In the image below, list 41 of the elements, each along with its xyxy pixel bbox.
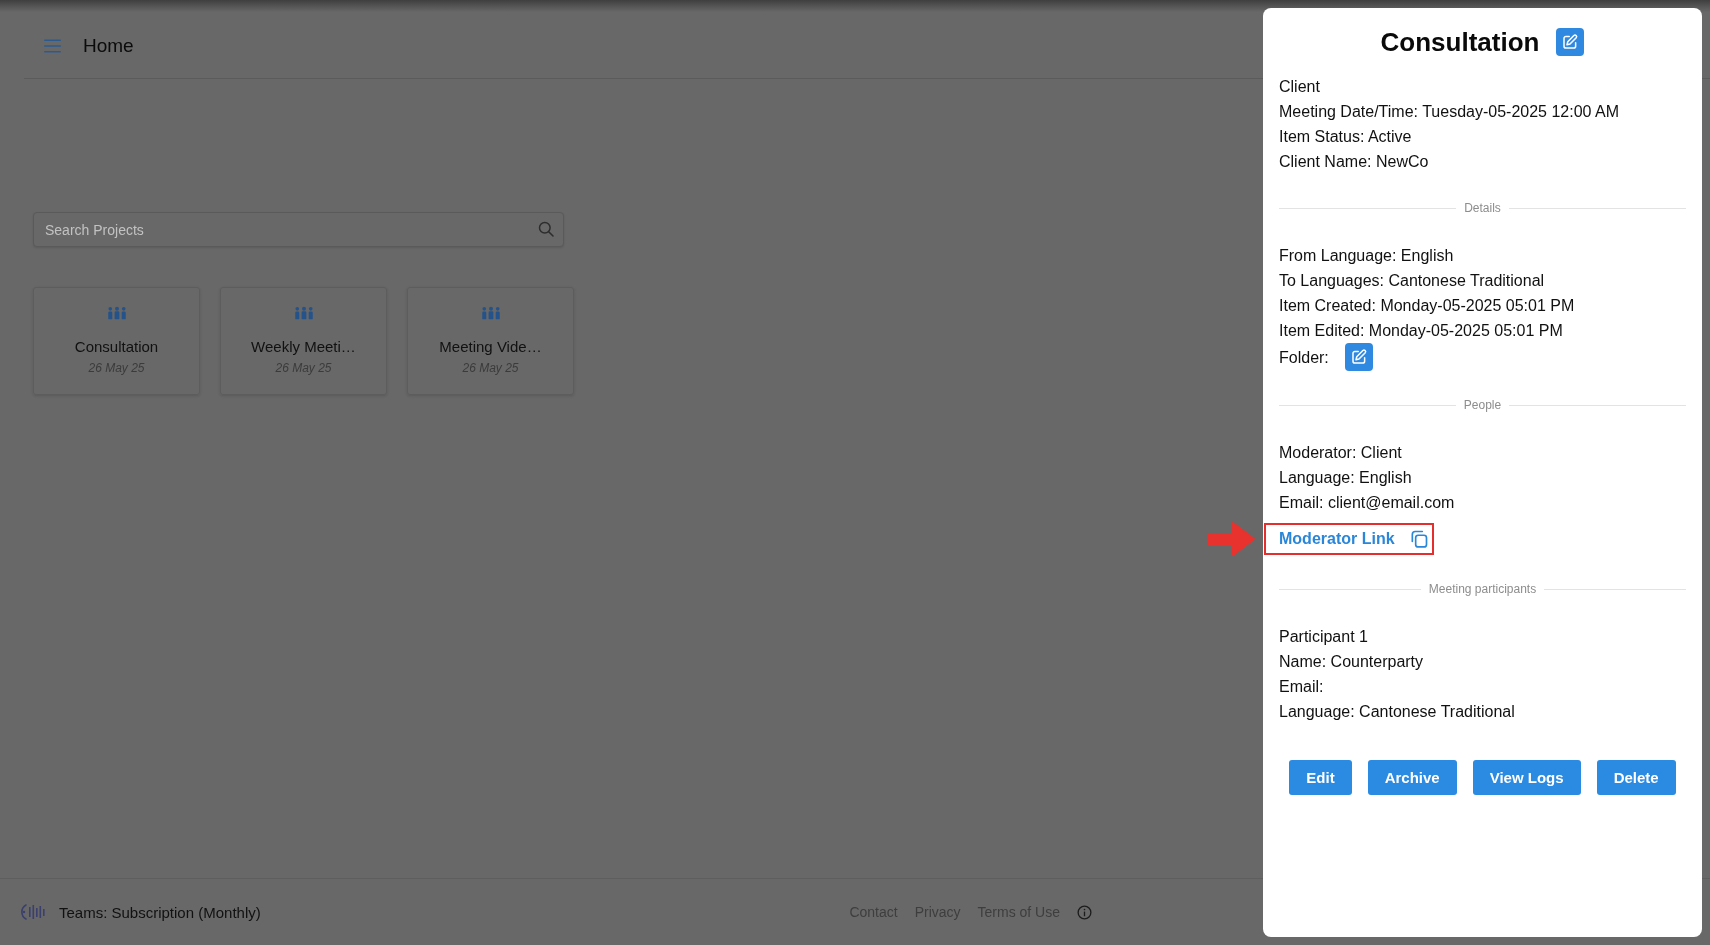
edit-icon — [1561, 33, 1580, 51]
action-button[interactable]: Delete — [1596, 760, 1676, 795]
detail-line: Email: — [1279, 677, 1325, 697]
section-heading: Meeting participants — [1428, 581, 1537, 597]
detail-line: Email: client@email.com — [1279, 493, 1456, 513]
detail-line: Client Name: NewCo — [1279, 152, 1430, 172]
search-icon[interactable] — [538, 221, 554, 237]
action-button[interactable]: View Logs — [1472, 760, 1581, 795]
section-heading: Details — [1464, 200, 1501, 216]
project-title: Consultation — [74, 338, 159, 356]
detail-label: Folder: — [1279, 347, 1329, 368]
edit-button[interactable] — [1344, 343, 1373, 371]
panel-title: Consultation — [1380, 26, 1540, 58]
project-title: Weekly Meeti… — [251, 338, 356, 356]
info-icon[interactable] — [1077, 904, 1092, 920]
people-icon — [480, 306, 501, 320]
detail-line: Language: English — [1279, 468, 1413, 488]
detail-line: To Languages: Cantonese Traditional — [1279, 271, 1546, 291]
project-title: Meeting Vide… — [439, 338, 542, 356]
detail-line: Client — [1279, 77, 1321, 97]
detail-line: From Language: English — [1279, 246, 1455, 266]
search-field[interactable]: Search Projects — [33, 212, 564, 247]
subscription-label: Teams: Subscription (Monthly) — [59, 903, 261, 921]
detail-line: Participant 1 — [1279, 627, 1369, 647]
detail-line: Item Status: Active — [1279, 127, 1413, 147]
moderator-link[interactable]: Moderator Link — [1279, 529, 1395, 549]
action-button[interactable]: Archive — [1367, 760, 1457, 795]
detail-line: Moderator: Client — [1279, 443, 1403, 463]
detail-line: Item Created: Monday-05-2025 05:01 PM — [1279, 296, 1576, 316]
people-icon — [106, 306, 127, 320]
detail-line: Item Edited: Monday-05-2025 05:01 PM — [1279, 321, 1564, 341]
page-title: Home — [83, 33, 134, 58]
section-heading: People — [1463, 397, 1502, 413]
edit-icon — [1349, 348, 1368, 366]
people-icon — [293, 306, 314, 320]
action-button[interactable]: Edit — [1289, 760, 1352, 795]
detail-line: Language: Cantonese Traditional — [1279, 702, 1516, 722]
logo-icon — [20, 902, 45, 922]
detail-line: Meeting Date/Time: Tuesday-05-2025 12:00 AM — [1279, 102, 1621, 122]
edit-button[interactable] — [1556, 28, 1585, 56]
detail-line: Name: Counterparty — [1279, 652, 1425, 672]
